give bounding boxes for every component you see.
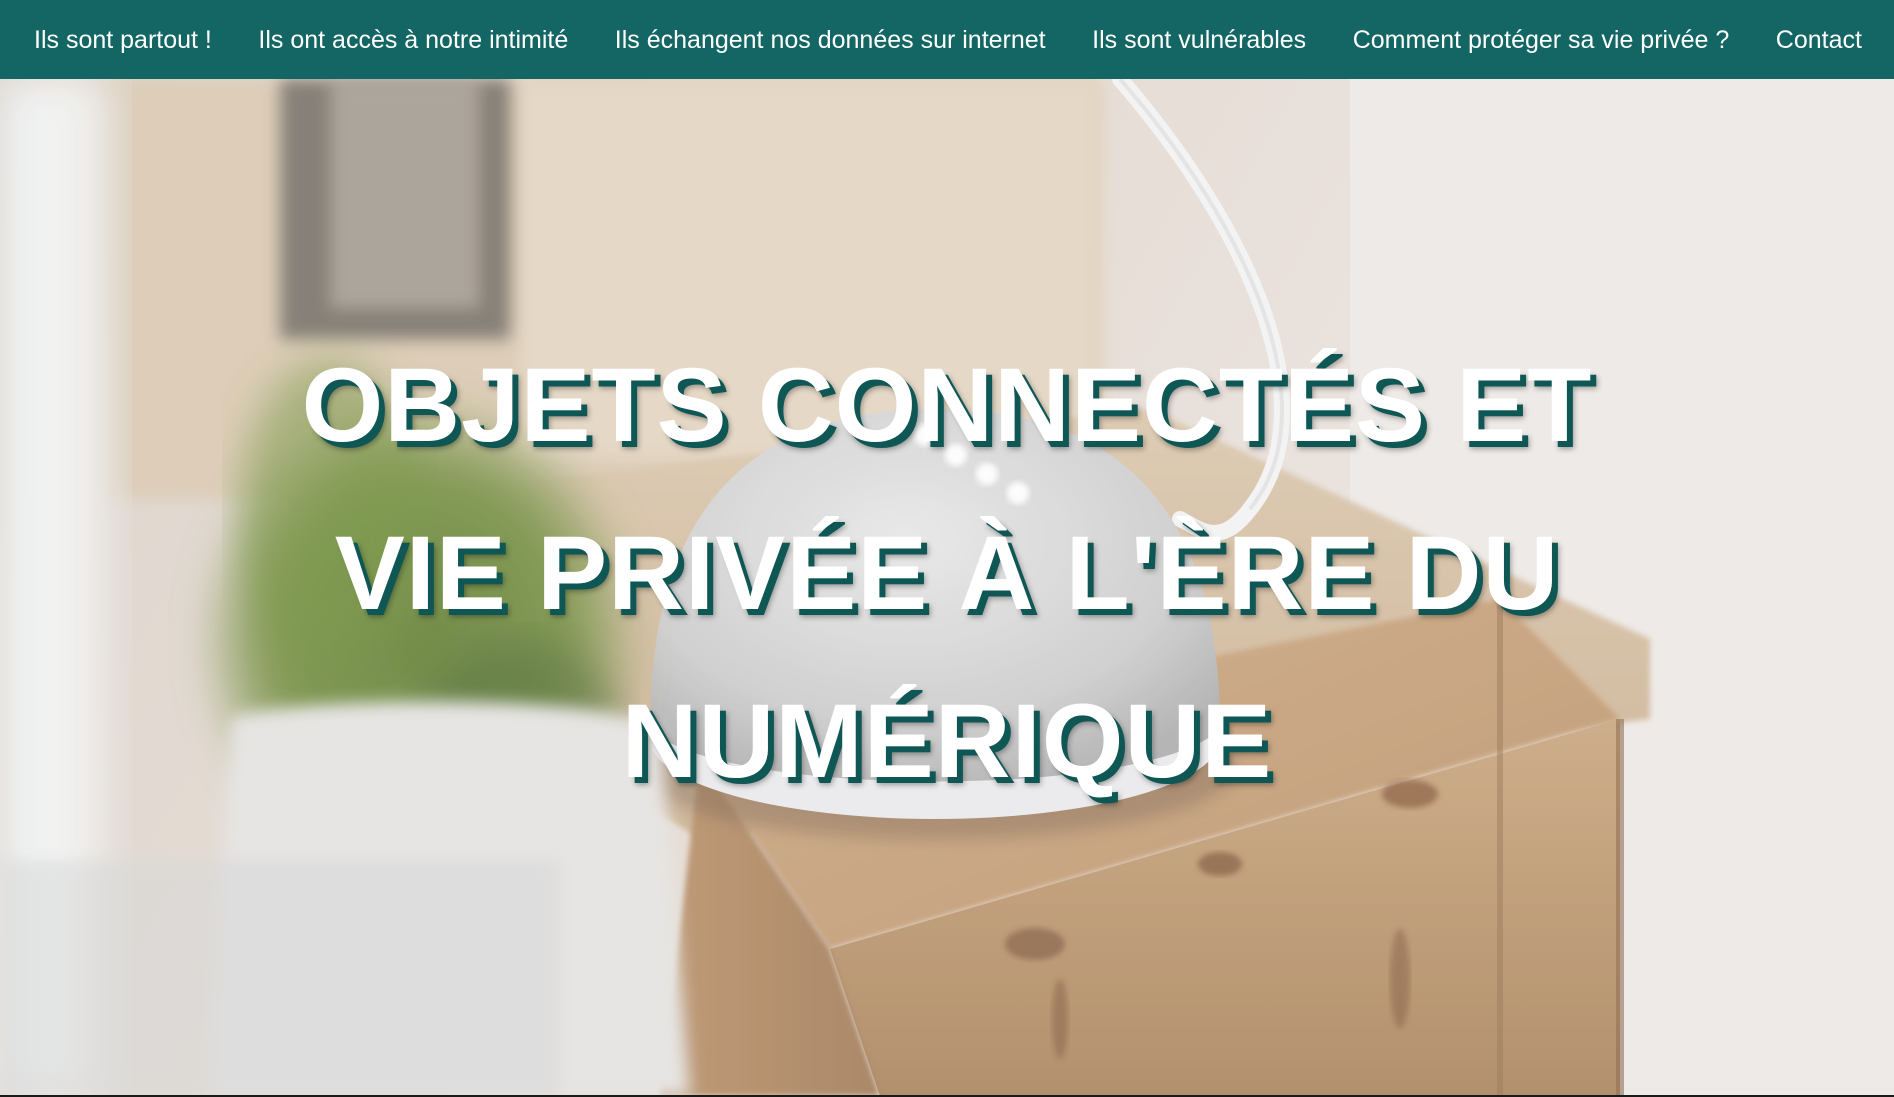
nav-link-vulnerables[interactable]: Ils sont vulnérables [1092, 25, 1306, 55]
nav-link-contact[interactable]: Contact [1776, 25, 1862, 55]
main-navbar: Ils sont partout ! Ils ont accès à notre… [0, 0, 1894, 79]
hero-title: OBJETS CONNECTÉS ET VIE PRIVÉE À L'ÈRE D… [301, 347, 1593, 800]
nav-link-proteger-vie-privee[interactable]: Comment protéger sa vie privée ? [1353, 25, 1730, 55]
nav-link-echangent-donnees[interactable]: Ils échangent nos données sur internet [615, 25, 1046, 55]
nav-link-ils-sont-partout[interactable]: Ils sont partout ! [34, 25, 212, 55]
nav-link-acces-intimite[interactable]: Ils ont accès à notre intimité [258, 25, 568, 55]
hero-section: OBJETS CONNECTÉS ET VIE PRIVÉE À L'ÈRE D… [0, 79, 1894, 1096]
page: Ils sont partout ! Ils ont accès à notre… [0, 0, 1894, 1097]
